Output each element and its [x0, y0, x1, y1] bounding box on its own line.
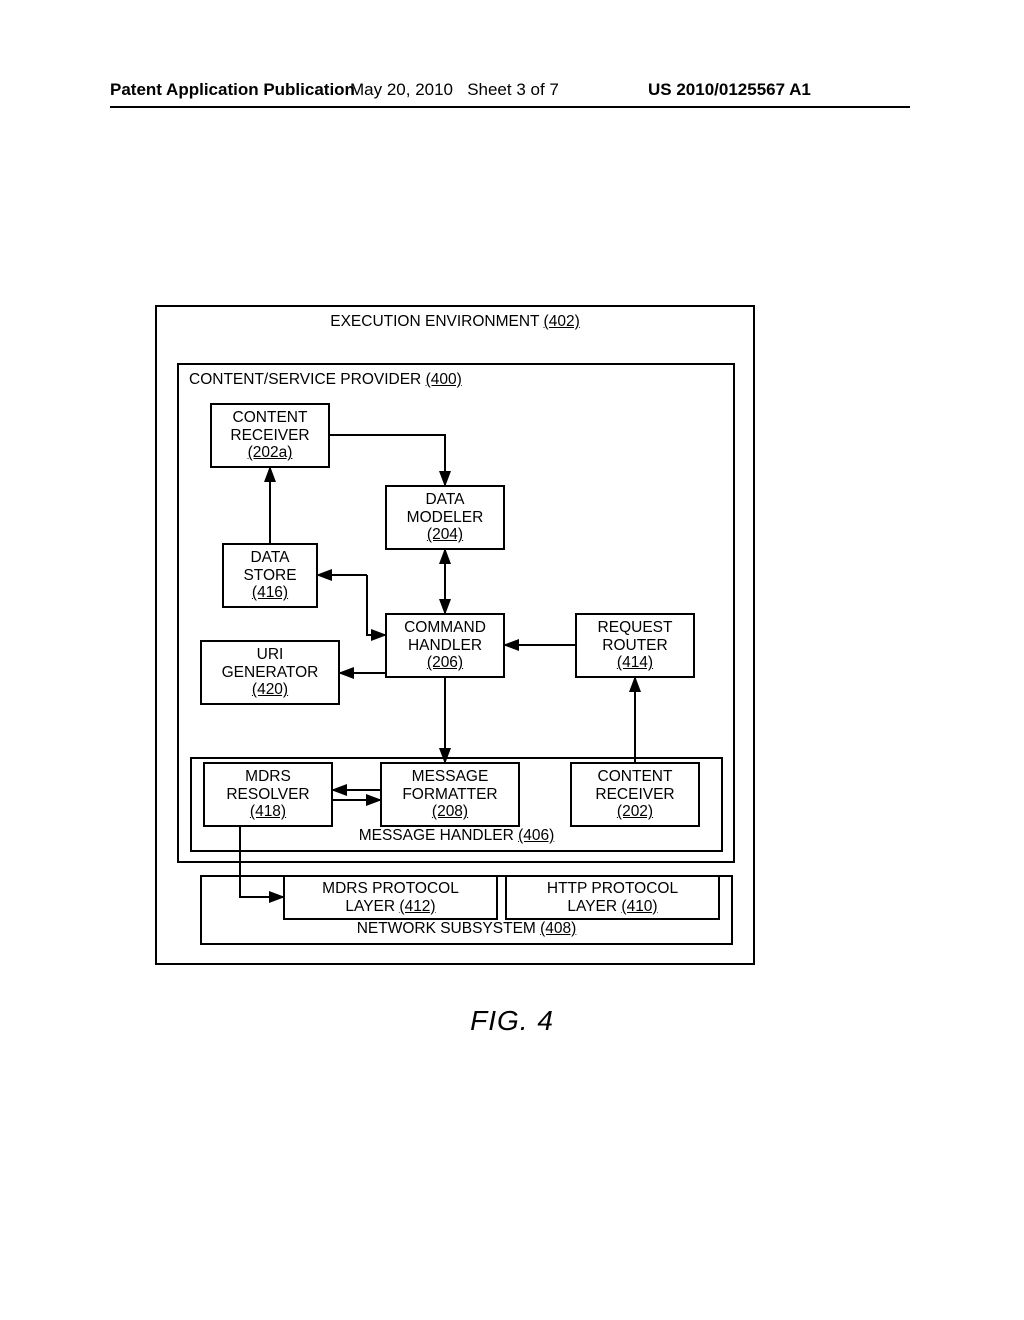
figure-label: FIG. 4	[0, 1005, 1024, 1037]
header-date-sheet: May 20, 2010 Sheet 3 of 7	[350, 80, 559, 100]
header-publication: Patent Application Publication	[110, 80, 355, 100]
header-rule	[110, 106, 910, 108]
header-pubnum: US 2010/0125567 A1	[648, 80, 811, 100]
header-date: May 20, 2010	[350, 80, 453, 99]
arrows-layer	[155, 295, 755, 975]
diagram-area: EXECUTION ENVIRONMENT (402) CONTENT/SERV…	[155, 295, 755, 975]
header-sheet: Sheet 3 of 7	[467, 80, 559, 99]
patent-page: Patent Application Publication May 20, 2…	[0, 0, 1024, 1320]
